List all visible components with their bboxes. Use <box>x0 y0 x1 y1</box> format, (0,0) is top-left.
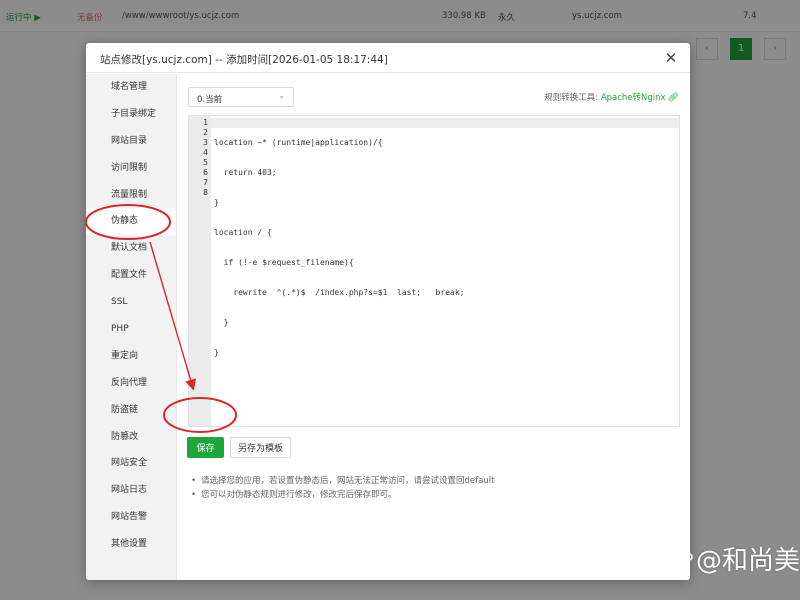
sidebar-item-ssl[interactable]: SSL <box>86 289 176 316</box>
code-line[interactable]: return 403; <box>214 168 464 178</box>
sidebar-item-site-directory[interactable]: 网站目录 <box>86 128 176 155</box>
code-line[interactable]: rewrite ^(.*)$ /index.php?s=$1 last; bre… <box>214 288 464 298</box>
sidebar-item-site-alerts[interactable]: 网站告警 <box>86 504 176 531</box>
sidebar-item-subdirectory[interactable]: 子目录绑定 <box>86 101 176 128</box>
rewrite-code-editor[interactable]: 1 2 3 4 5 6 7 8 location ~* (runtime|app… <box>188 115 680 427</box>
line-number: 3 <box>203 138 208 147</box>
code-line[interactable]: } <box>214 198 464 208</box>
sidebar-item-domain[interactable]: 域名管理 <box>86 74 176 101</box>
line-number: 4 <box>203 148 208 157</box>
tip-item: 请选择您的应用，若设置伪静态后，网站无法正常访问，请尝试设置回default <box>191 474 671 488</box>
close-icon[interactable]: ✕ <box>662 49 680 67</box>
sidebar-item-config-file[interactable]: 配置文件 <box>86 262 176 289</box>
tip-item: 您可以对伪静态规则进行修改，修改完后保存即可。 <box>191 488 671 502</box>
link-icon[interactable]: 🔗︎ <box>668 93 679 103</box>
rule-tool-label: 规则转换工具: <box>544 93 599 103</box>
rewrite-template-select[interactable]: 0.当前 ⌄ <box>188 87 294 107</box>
code-line[interactable]: } <box>214 318 464 328</box>
select-value: 0.当前 <box>197 95 223 105</box>
rule-conversion-tool: 规则转换工具: Apache转Nginx 🔗︎ <box>544 91 679 103</box>
sidebar-item-hotlink-protection[interactable]: 防盗链 <box>86 397 176 424</box>
line-number: 8 <box>203 188 208 197</box>
save-button[interactable]: 保存 <box>187 437 224 458</box>
sidebar-item-tamper-protection[interactable]: 防篡改 <box>86 424 176 451</box>
code-line[interactable]: location / { <box>214 228 464 238</box>
sidebar-item-default-document[interactable]: 默认文档 <box>86 235 176 262</box>
line-number: 6 <box>203 168 208 177</box>
help-tips: 请选择您的应用，若设置伪静态后，网站无法正常访问，请尝试设置回default 您… <box>191 474 671 502</box>
site-edit-modal: 站点修改[ys.ucjz.com] -- 添加时间[2026-01-05 18:… <box>86 43 690 580</box>
sidebar-item-site-security[interactable]: 网站安全 <box>86 450 176 477</box>
sidebar-item-reverse-proxy[interactable]: 反向代理 <box>86 370 176 397</box>
code-line[interactable]: if (!-e $request_filename){ <box>214 258 464 268</box>
line-number: 2 <box>203 128 208 137</box>
code-line[interactable]: } <box>214 348 464 358</box>
modal-header: 站点修改[ys.ucjz.com] -- 添加时间[2026-01-05 18:… <box>86 43 690 73</box>
watermark-text: @和尚美 <box>696 546 800 576</box>
sidebar-item-rewrite[interactable]: 伪静态 <box>86 208 176 236</box>
sidebar-item-other-settings[interactable]: 其他设置 <box>86 531 176 558</box>
watermark: @和尚美 <box>664 536 800 600</box>
sidebar-item-redirect[interactable]: 重定向 <box>86 343 176 370</box>
line-number: 7 <box>203 178 208 187</box>
line-number: 1 <box>203 118 208 127</box>
modal-title: 站点修改[ys.ucjz.com] -- 添加时间[2026-01-05 18:… <box>100 54 388 66</box>
chevron-down-icon: ⌄ <box>278 91 285 100</box>
sidebar-item-access-limit[interactable]: 访问限制 <box>86 155 176 182</box>
save-as-template-button[interactable]: 另存为模板 <box>230 437 291 458</box>
apache-to-nginx-link[interactable]: Apache转Nginx <box>601 93 666 103</box>
sidebar-item-php[interactable]: PHP <box>86 316 176 343</box>
sidebar-item-traffic-limit[interactable]: 流量限制 <box>86 182 176 209</box>
line-number: 5 <box>203 158 208 167</box>
rewrite-panel: 0.当前 ⌄ 规则转换工具: Apache转Nginx 🔗︎ 1 2 3 4 5 … <box>177 74 690 580</box>
sidebar-item-site-logs[interactable]: 网站日志 <box>86 477 176 504</box>
baidu-paw-icon <box>664 544 693 576</box>
code-content[interactable]: location ~* (runtime|application)/{ retu… <box>214 118 464 378</box>
sidebar: 域名管理 子目录绑定 网站目录 访问限制 流量限制 伪静态 默认文档 配置文件 … <box>86 74 177 580</box>
code-line[interactable]: location ~* (runtime|application)/{ <box>214 138 464 148</box>
line-numbers: 1 2 3 4 5 6 7 8 <box>189 118 208 198</box>
